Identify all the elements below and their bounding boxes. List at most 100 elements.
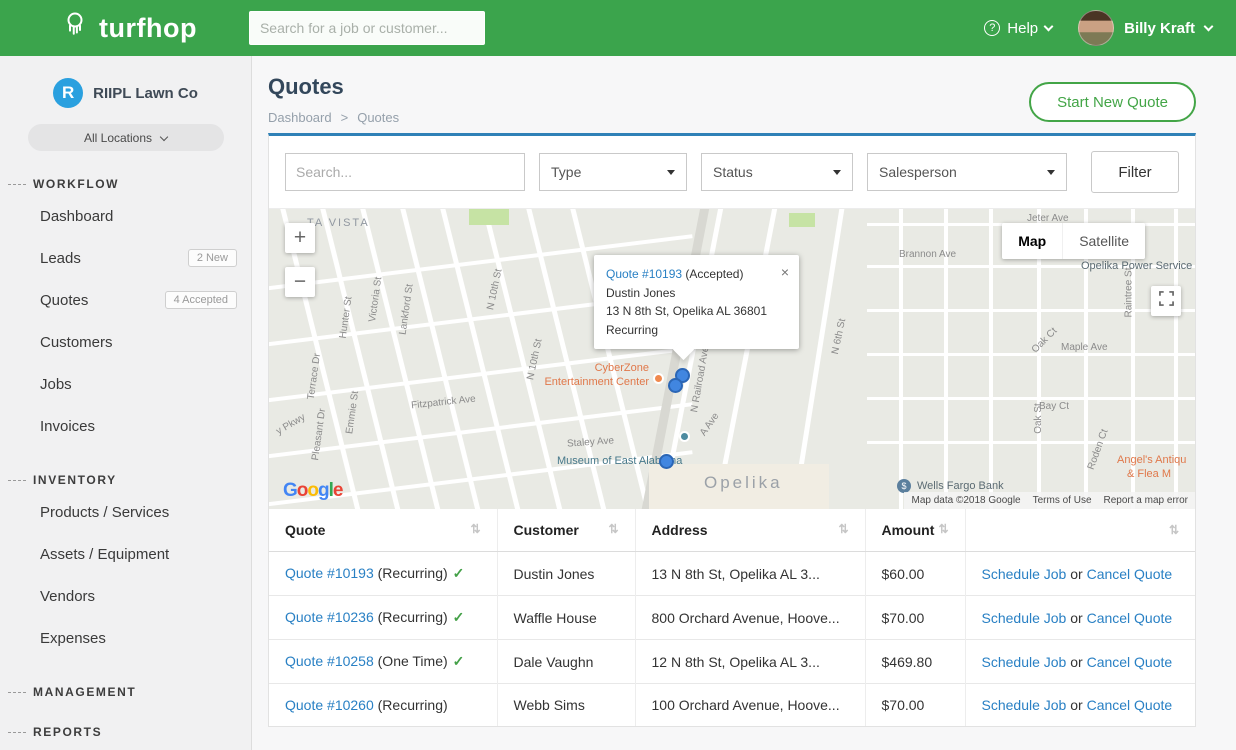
poi-marker-icon[interactable] [679, 431, 690, 442]
help-icon: ? [984, 20, 1000, 36]
infowindow-quote-link[interactable]: Quote #10193 [606, 267, 682, 281]
breadcrumb-current: Quotes [357, 110, 399, 125]
chevron-down-icon [1204, 22, 1214, 32]
turfhop-logo[interactable]: turfhop [60, 10, 197, 47]
caret-down-icon [1047, 170, 1055, 175]
section-management[interactable]: MANAGEMENT [8, 685, 251, 699]
location-selector[interactable]: All Locations [28, 124, 224, 151]
company-header: R RIIPL Lawn Co [0, 72, 251, 124]
close-icon[interactable]: × [781, 262, 789, 284]
section-dashes-icon [8, 732, 26, 733]
sort-icon[interactable]: ⇅ [938, 522, 948, 536]
schedule-job-link[interactable]: Schedule Job [982, 697, 1067, 713]
sidebar-item-expenses[interactable]: Expenses [0, 617, 251, 659]
customer-cell: Webb Sims [497, 684, 635, 727]
quote-link[interactable]: Quote #10260 [285, 697, 374, 713]
sidebar-item-label: Customers [40, 334, 113, 351]
cancel-quote-link[interactable]: Cancel Quote [1087, 610, 1173, 626]
or-label: or [1070, 697, 1082, 713]
main-content: Quotes Dashboard > Quotes Start New Quot… [252, 56, 1236, 750]
company-name: RIIPL Lawn Co [93, 85, 198, 102]
map-road [316, 209, 408, 509]
schedule-job-link[interactable]: Schedule Job [982, 566, 1067, 582]
quote-link[interactable]: Quote #10236 [285, 609, 374, 625]
schedule-job-link[interactable]: Schedule Job [982, 654, 1067, 670]
or-label: or [1070, 566, 1082, 582]
section-label: INVENTORY [33, 473, 117, 487]
column-header-amount[interactable]: Amount⇅ [865, 509, 965, 552]
address-cell: 13 N 8th St, Opelika AL 3... [635, 552, 865, 596]
sidebar-item-label: Expenses [40, 630, 106, 647]
sort-icon[interactable]: ⇅ [1169, 523, 1179, 537]
type-select[interactable]: Type [539, 153, 687, 191]
map-type-satellite-button[interactable]: Satellite [1062, 223, 1145, 259]
map-attribution: Map data ©2018 Google Terms of Use Repor… [904, 492, 1195, 509]
section-reports[interactable]: REPORTS [8, 725, 251, 739]
sidebar-item-jobs[interactable]: Jobs [0, 363, 251, 405]
breadcrumb-dashboard[interactable]: Dashboard [268, 110, 332, 125]
sidebar-item-quotes[interactable]: Quotes 4 Accepted [0, 279, 251, 321]
help-label: Help [1007, 20, 1038, 37]
map-street-label: Oak Ct [1030, 326, 1060, 356]
schedule-job-link[interactable]: Schedule Job [982, 610, 1067, 626]
quotes-search-input[interactable] [285, 153, 525, 191]
help-menu[interactable]: ? Help [984, 20, 1052, 37]
quote-type: (Recurring) [374, 565, 448, 581]
column-header-actions[interactable]: ⇅ [965, 509, 1195, 552]
google-logo[interactable]: Google [283, 480, 342, 502]
cancel-quote-link[interactable]: Cancel Quote [1087, 566, 1173, 582]
map-canvas[interactable]: TA VISTA Jeter Ave Brannon Ave Opelika P… [269, 209, 1195, 509]
zoom-in-button[interactable]: + [285, 223, 315, 253]
sidebar-item-invoices[interactable]: Invoices [0, 405, 251, 447]
section-label: MANAGEMENT [33, 685, 136, 699]
sort-icon[interactable]: ⇅ [838, 522, 848, 536]
user-menu[interactable]: Billy Kraft [1078, 10, 1212, 46]
start-new-quote-button[interactable]: Start New Quote [1029, 82, 1196, 122]
map-park [789, 213, 815, 227]
bank-icon[interactable]: $ [897, 479, 911, 493]
infowindow-frequency: Recurring [606, 321, 787, 340]
zoom-out-button[interactable]: − [285, 267, 315, 297]
map-street-label: Staley Ave [567, 435, 615, 449]
sidebar-item-label: Quotes [40, 292, 88, 309]
poi-marker-icon[interactable] [653, 373, 664, 384]
sidebar-item-customers[interactable]: Customers [0, 321, 251, 363]
report-map-error-link[interactable]: Report a map error [1104, 495, 1188, 506]
sort-icon[interactable]: ⇅ [608, 522, 618, 536]
filter-button[interactable]: Filter [1091, 151, 1179, 193]
global-search-input[interactable] [249, 11, 485, 45]
terms-of-use-link[interactable]: Terms of Use [1033, 495, 1092, 506]
column-header-quote[interactable]: Quote ⇅ [269, 509, 497, 552]
map-pin-quote[interactable] [659, 454, 674, 469]
fullscreen-button[interactable] [1151, 286, 1181, 316]
sidebar-item-products-services[interactable]: Products / Services [0, 491, 251, 533]
sidebar-item-dashboard[interactable]: Dashboard [0, 195, 251, 237]
status-select[interactable]: Status [701, 153, 853, 191]
infowindow-status: (Accepted) [682, 267, 743, 281]
column-header-customer[interactable]: Customer⇅ [497, 509, 635, 552]
quotes-table: Quote⇅ Customer⇅ Address⇅ Amount⇅ ⇅ Quot… [269, 509, 1195, 726]
cancel-quote-link[interactable]: Cancel Quote [1087, 697, 1173, 713]
sidebar-item-leads[interactable]: Leads 2 New [0, 237, 251, 279]
column-label: Amount [882, 522, 935, 538]
map-pin-quote[interactable] [668, 378, 683, 393]
sort-icon[interactable]: ⇅ [470, 522, 480, 536]
column-header-address[interactable]: Address⇅ [635, 509, 865, 552]
map-street-label: Fitzpatrick Ave [411, 394, 477, 412]
turfhop-logo-icon [60, 10, 90, 47]
map-road [867, 397, 1195, 400]
quote-link[interactable]: Quote #10258 [285, 653, 374, 669]
salesperson-select[interactable]: Salesperson [867, 153, 1067, 191]
map-type-map-button[interactable]: Map [1002, 223, 1062, 259]
sidebar-item-vendors[interactable]: Vendors [0, 575, 251, 617]
user-name: Billy Kraft [1124, 20, 1195, 37]
location-label: All Locations [84, 131, 152, 145]
column-label: Quote [285, 522, 325, 538]
cancel-quote-link[interactable]: Cancel Quote [1087, 654, 1173, 670]
map-poi-label: Entertainment Center [517, 375, 649, 389]
table-row: Quote #10193 (Recurring)✓ Dustin Jones 1… [269, 552, 1195, 596]
quote-link[interactable]: Quote #10193 [285, 565, 374, 581]
sidebar-item-assets-equipment[interactable]: Assets / Equipment [0, 533, 251, 575]
sidebar-item-label: Invoices [40, 418, 95, 435]
chevron-down-icon [1044, 22, 1054, 32]
